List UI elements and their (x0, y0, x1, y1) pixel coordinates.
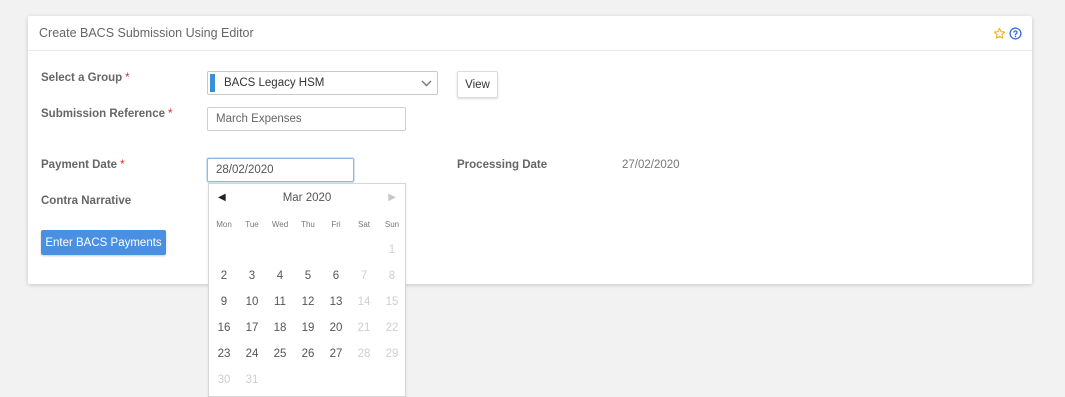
calendar-day[interactable]: 11 (266, 289, 294, 315)
calendar-day[interactable]: 16 (210, 315, 238, 341)
weekday-label: Wed (271, 219, 289, 229)
contra-narrative-label: Contra Narrative (41, 195, 132, 207)
calendar-day: 22 (385, 322, 399, 334)
calendar-empty-cell (266, 367, 294, 393)
card-header: Create BACS Submission Using Editor (28, 16, 1032, 51)
calendar-empty-cell (294, 367, 322, 393)
required-mark: * (167, 108, 173, 120)
calendar-day[interactable]: 4 (266, 263, 294, 289)
calendar-empty-cell (350, 367, 378, 393)
group-color-swatch (210, 74, 215, 92)
weekday-header: Mon Tue Wed Thu Fri Sat Sun (209, 211, 405, 237)
calendar-day[interactable]: 10 (238, 289, 266, 315)
card-title: Create BACS Submission Using Editor (39, 26, 254, 40)
prev-month-icon[interactable]: ◀ (218, 192, 232, 203)
processing-date-value: 27/02/2020 (622, 159, 680, 171)
calendar-day[interactable]: 17 (238, 315, 266, 341)
payment-date-input[interactable]: 28/02/2020 (207, 158, 354, 182)
calendar-day[interactable]: 18 (266, 315, 294, 341)
calendar-day: 28 (357, 348, 371, 360)
calendar-day[interactable]: 20 (322, 315, 350, 341)
calendar-empty-cell (378, 367, 406, 393)
calendar-day[interactable]: 6 (322, 263, 350, 289)
calendar-day: 21 (357, 322, 371, 334)
calendar-day[interactable]: 23 (210, 341, 238, 367)
submission-reference-input[interactable]: March Expenses (207, 107, 406, 131)
weekday-label: Tue (245, 219, 259, 229)
required-mark: * (120, 159, 125, 171)
calendar-empty-cell (322, 237, 350, 263)
calendar-day[interactable]: 12 (294, 289, 322, 315)
required-mark: * (125, 72, 130, 84)
weekday-label: Sat (357, 219, 370, 229)
weekday-label: Fri (331, 219, 341, 229)
calendar-day[interactable]: 26 (294, 341, 322, 367)
weekday-label: Sun (384, 219, 400, 229)
calendar-day: 1 (388, 244, 396, 256)
calendar-empty-cell (294, 237, 322, 263)
calendar-day: 15 (385, 296, 399, 308)
calendar-empty-cell (350, 237, 378, 263)
chevron-down-icon (415, 80, 437, 87)
star-icon[interactable] (993, 27, 1006, 40)
calendar-day: 31 (245, 374, 259, 386)
calendar-day: 7 (360, 270, 368, 282)
calendar-day[interactable]: 19 (294, 315, 322, 341)
group-label: Select a Group * (41, 72, 130, 84)
calendar-day: 29 (385, 348, 399, 360)
calendar-day[interactable]: 9 (210, 289, 238, 315)
calendar-empty-cell (238, 237, 266, 263)
calendar-day: 8 (388, 270, 396, 282)
calendar-day: 30 (217, 374, 231, 386)
datepicker-month-title: Mar 2020 (282, 191, 332, 204)
calendar-day[interactable]: 3 (238, 263, 266, 289)
calendar-empty-cell (322, 367, 350, 393)
view-button[interactable]: View (457, 71, 498, 98)
calendar-empty-cell (210, 237, 238, 263)
group-select-value: BACS Legacy HSM (224, 77, 325, 89)
weekday-label: Mon (216, 219, 232, 229)
weekday-label: Thu (301, 219, 315, 229)
reference-label: Submission Reference * (41, 108, 173, 120)
calendar-day: 14 (357, 296, 371, 308)
datepicker-popup: ◀ Mar 2020 ▶ Mon Tue Wed Thu Fri Sat Sun… (208, 183, 406, 397)
payment-date-label: Payment Date * (41, 159, 125, 171)
enter-bacs-payments-button[interactable]: Enter BACS Payments (41, 230, 166, 255)
datepicker-header: ◀ Mar 2020 ▶ (209, 184, 405, 211)
calendar-day[interactable]: 13 (322, 289, 350, 315)
calendar-day[interactable]: 5 (294, 263, 322, 289)
calendar-day[interactable]: 2 (210, 263, 238, 289)
group-select[interactable]: BACS Legacy HSM (207, 71, 438, 95)
next-month-icon[interactable]: ▶ (382, 192, 396, 203)
calendar-grid: 1 2 3 4 5 6 7 8 9 10 11 12 13 14 15 16 17 18 19 20 21 22 23 24 2… (209, 237, 405, 393)
processing-date-label: Processing Date (457, 159, 548, 171)
help-circle-icon[interactable] (1009, 26, 1022, 40)
calendar-day[interactable]: 24 (238, 341, 266, 367)
calendar-day[interactable]: 25 (266, 341, 294, 367)
submission-card: Create BACS Submission Using Editor Sele… (28, 16, 1032, 284)
calendar-day[interactable]: 27 (322, 341, 350, 367)
calendar-empty-cell (266, 237, 294, 263)
